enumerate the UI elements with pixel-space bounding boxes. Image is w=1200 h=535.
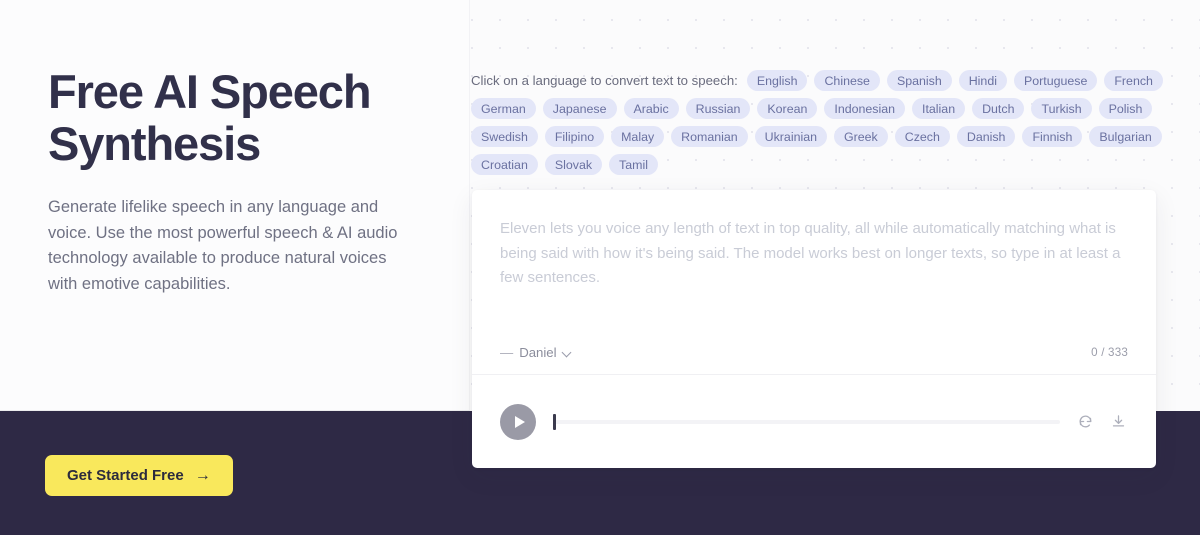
language-chip[interactable]: Swedish: [471, 126, 538, 147]
play-icon: [514, 415, 525, 428]
language-picker: Click on a language to convert text to s…: [471, 70, 1171, 175]
language-chip[interactable]: Dutch: [972, 98, 1025, 119]
tts-card: Eleven lets you voice any length of text…: [472, 190, 1156, 468]
language-chip[interactable]: French: [1104, 70, 1163, 91]
language-chip[interactable]: Danish: [956, 126, 1016, 147]
language-chip[interactable]: Italian: [912, 98, 966, 119]
page-title: Free AI Speech Synthesis: [48, 65, 372, 170]
progress-playhead[interactable]: [553, 413, 556, 430]
regenerate-button[interactable]: [1076, 412, 1095, 431]
audio-progress-slider[interactable]: [553, 413, 1060, 431]
play-button[interactable]: [500, 403, 536, 440]
language-chip[interactable]: Hindi: [958, 70, 1007, 91]
cta-container: Get Started Free →: [45, 455, 233, 496]
language-chip[interactable]: Tamil: [609, 154, 658, 175]
language-chip[interactable]: Greek: [834, 126, 888, 147]
refresh-icon: [1078, 414, 1093, 429]
tts-card-body: Eleven lets you voice any length of text…: [472, 190, 1156, 374]
voice-selector-dropdown[interactable]: — Daniel: [500, 345, 572, 360]
language-chip[interactable]: Slovak: [544, 154, 603, 175]
language-chip[interactable]: Malay: [611, 126, 665, 147]
hero-subtitle: Generate lifelike speech in any language…: [48, 198, 398, 293]
language-chip[interactable]: German: [471, 98, 536, 119]
language-chip[interactable]: Finnish: [1022, 126, 1083, 147]
tts-meta-row: — Daniel 0 / 333: [500, 345, 1128, 360]
language-chip[interactable]: Korean: [757, 98, 818, 119]
language-chip[interactable]: English: [746, 70, 808, 91]
language-chip[interactable]: Spanish: [886, 70, 952, 91]
language-chip[interactable]: Turkish: [1031, 98, 1092, 119]
cta-label: Get Started Free: [67, 467, 184, 484]
language-chip[interactable]: Portuguese: [1013, 70, 1098, 91]
language-chip[interactable]: Japanese: [542, 98, 617, 119]
language-chip[interactable]: Arabic: [623, 98, 679, 119]
download-button[interactable]: [1109, 412, 1128, 431]
language-chip[interactable]: Romanian: [671, 126, 748, 147]
download-icon: [1111, 414, 1126, 429]
character-count: 0 / 333: [1091, 346, 1128, 359]
hero-section: Free AI Speech Synthesis Generate lifeli…: [48, 66, 448, 297]
arrow-right-icon: →: [194, 466, 211, 484]
language-chip[interactable]: Chinese: [814, 70, 880, 91]
chevron-down-icon: [563, 348, 572, 357]
progress-track: [553, 419, 1060, 424]
language-chip[interactable]: Ukrainian: [754, 126, 827, 147]
speech-text-input[interactable]: Eleven lets you voice any length of text…: [500, 217, 1128, 291]
language-chip[interactable]: Croatian: [471, 154, 538, 175]
page-root: Free AI Speech Synthesis Generate lifeli…: [0, 0, 1200, 535]
language-chip[interactable]: Czech: [894, 126, 950, 147]
language-chip[interactable]: Filipino: [544, 126, 605, 147]
language-picker-prompt: Click on a language to convert text to s…: [471, 72, 738, 88]
audio-player: [472, 375, 1156, 468]
language-chip[interactable]: Polish: [1098, 98, 1153, 119]
player-action-icons: [1076, 412, 1128, 431]
language-chip[interactable]: Russian: [685, 98, 751, 119]
voice-name-label: Daniel: [519, 345, 557, 360]
language-chip-list: Click on a language to convert text to s…: [471, 70, 1171, 175]
voice-dash: —: [500, 345, 514, 360]
get-started-free-button[interactable]: Get Started Free →: [45, 455, 233, 496]
language-chip[interactable]: Indonesian: [824, 98, 906, 119]
language-chip[interactable]: Bulgarian: [1089, 126, 1162, 147]
